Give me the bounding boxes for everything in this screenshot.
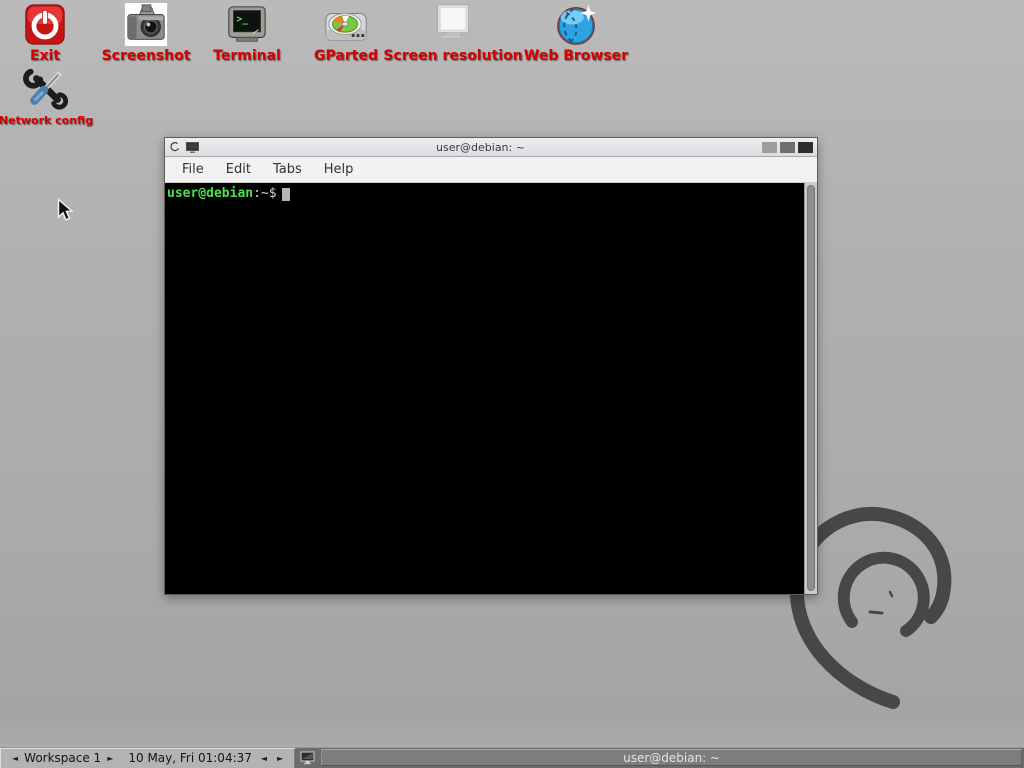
menu-tabs[interactable]: Tabs [262,159,313,180]
desktop-icon-web-browser[interactable]: Web Browser [521,2,631,64]
taskbar-window-button[interactable]: user@debian: ~ [321,749,1022,766]
desktop-icon-screenshot[interactable]: Screenshot [101,2,191,64]
terminal-output: user@debian:~$ [165,183,804,594]
minimize-button[interactable] [762,142,777,153]
menu-file[interactable]: File [171,159,215,180]
terminal-scrollbar[interactable] [804,183,817,594]
camera-icon [123,2,169,48]
show-desktop-button[interactable] [295,748,319,768]
icon-label: Exit [30,49,60,64]
window-menubar: File Edit Tabs Help [165,157,817,183]
taskbar: ◄ Workspace 1 ► 10 May, Fri 01:04:37 ◄ ►… [0,747,1024,768]
icon-label: Network config [0,113,93,128]
terminal-window-icon [186,142,199,153]
mouse-pointer [57,198,74,222]
debian-logo-icon [169,141,181,153]
taskbar-pager-clock-area: ◄ Workspace 1 ► 10 May, Fri 01:04:37 ◄ ► [0,748,295,768]
globe-icon [553,2,599,48]
crt-terminal-icon: >_ [224,2,270,48]
show-desktop-monitor-icon [300,751,315,765]
power-icon [22,2,68,48]
terminal-window: user@debian: ~ File Edit Tabs Help user@… [164,137,818,595]
desktop-icon-screen-resolution[interactable]: Screen resolution [388,2,518,64]
svg-text:>_: >_ [236,14,248,25]
prompt-dollar: $ [269,186,277,201]
maximize-button[interactable] [780,142,795,153]
monitor-icon [430,2,476,48]
desktop-icon-gparted[interactable]: GParted [311,2,381,64]
window-title: user@debian: ~ [199,141,762,154]
tools-icon [23,66,69,112]
window-titlebar[interactable]: user@debian: ~ [165,138,817,157]
icon-label: Screenshot [102,49,191,64]
prompt-path: ~ [261,186,269,201]
prompt-colon: : [253,186,261,201]
close-button[interactable] [798,142,813,153]
desktop-icon-terminal[interactable]: >_ Terminal [207,2,287,64]
clock-prev-icon[interactable]: ◄ [256,754,272,763]
terminal-screen[interactable]: user@debian:~$ [165,183,817,594]
partition-disk-icon [323,2,369,48]
desktop-icon-network-config[interactable]: Network config [6,66,86,128]
workspace-prev-icon[interactable]: ◄ [7,754,23,763]
icon-label: Screen resolution [383,49,522,64]
icon-label: GParted [314,49,378,64]
menu-help[interactable]: Help [313,159,365,180]
scrollbar-thumb[interactable] [807,185,815,591]
desktop-icon-exit[interactable]: Exit [12,2,78,64]
prompt-user: user@debian [167,186,253,201]
terminal-cursor [282,188,290,201]
menu-edit[interactable]: Edit [215,159,262,180]
workspace-label[interactable]: Workspace 1 [23,751,102,765]
icon-label: Terminal [213,49,281,64]
workspace-next-icon[interactable]: ► [102,754,118,763]
clock: 10 May, Fri 01:04:37 [128,751,252,765]
clock-next-icon[interactable]: ► [272,754,288,763]
icon-label: Web Browser [524,49,628,64]
